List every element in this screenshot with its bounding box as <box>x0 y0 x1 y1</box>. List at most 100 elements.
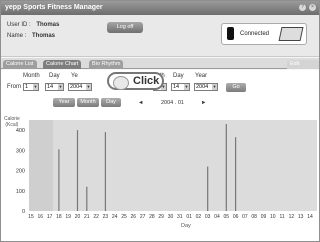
to-year-select[interactable]: 2004 ▼ <box>194 83 218 91</box>
next-period-icon[interactable]: ► <box>201 100 206 106</box>
tab-bar: Calorie List Calorie Chart Bio Rhythm Ed… <box>1 58 319 76</box>
callout-text: Click <box>133 75 160 87</box>
y-tick-label: 400 <box>16 128 25 134</box>
tab-calorie-list[interactable]: Calorie List <box>3 60 37 69</box>
close-icon[interactable]: × <box>309 4 316 11</box>
help-icon[interactable]: ? <box>299 4 306 11</box>
x-tick-label: 01 <box>186 214 192 220</box>
from-day-select[interactable]: 14 ▼ <box>45 83 64 91</box>
x-tick-label: 20 <box>75 214 81 220</box>
from-month-header: Month <box>23 73 40 79</box>
x-tick-label: 19 <box>65 214 71 220</box>
y-tick-label: 0 <box>22 209 25 215</box>
calorie-bar <box>235 137 237 211</box>
to-day-header: Day <box>173 73 184 79</box>
month-view-button[interactable]: Month <box>77 98 99 107</box>
device-status-text: Connected <box>240 31 270 37</box>
x-tick-label: 28 <box>149 214 155 220</box>
calorie-bar <box>86 186 88 211</box>
calorie-bar <box>104 132 106 211</box>
calorie-chart: Calorie (Kcal) 0 100 200 300 400 15 16 17 18 19 20 2… <box>1 115 319 241</box>
mp3-player-icon <box>227 27 234 40</box>
laptop-icon <box>278 27 304 41</box>
to-year-value: 2004 <box>196 84 209 90</box>
from-day-value: 14 <box>47 84 54 90</box>
chart-svg: 010020030040015 16 17 18 19 20 21 22 23 24 25 26 27 2… <box>16 120 317 220</box>
calorie-bar <box>225 124 227 211</box>
user-panel: User ID : Thomas Name : Thomas Log off C… <box>1 15 319 57</box>
from-year-value: 2004 <box>70 84 83 90</box>
y-tick-label: 300 <box>16 148 25 154</box>
user-name-row: Name : Thomas <box>7 33 55 39</box>
plot-band <box>29 120 53 211</box>
x-tick-label: 02 <box>196 214 202 220</box>
y-axis-label: Calorie (Kcal) <box>4 116 20 128</box>
chevron-down-icon: ▼ <box>184 84 189 90</box>
user-id-row: User ID : Thomas <box>7 22 59 28</box>
from-day-header: Day <box>49 73 60 79</box>
from-month-value: 1 <box>25 84 29 90</box>
x-tick-label: 26 <box>131 214 137 220</box>
x-tick-label: 30 <box>168 214 174 220</box>
user-id-value: Thomas <box>36 22 60 28</box>
x-tick-label: 07 <box>242 214 248 220</box>
click-callout: Click <box>107 72 164 90</box>
prev-period-icon[interactable]: ◄ <box>138 100 143 106</box>
x-tick-label: 15 <box>28 214 34 220</box>
x-tick-label: 22 <box>93 214 99 220</box>
year-view-button[interactable]: Year <box>53 98 75 107</box>
chevron-down-icon: ▼ <box>212 84 217 90</box>
chevron-down-icon: ▼ <box>58 84 63 90</box>
x-tick-label: 23 <box>103 214 109 220</box>
title-bar: yepp Sports Fitness Manager ? × <box>1 1 319 15</box>
x-tick-label: 05 <box>224 214 230 220</box>
calorie-bar <box>207 166 209 211</box>
x-tick-label: 14 <box>307 214 313 220</box>
x-tick-label: 04 <box>214 214 220 220</box>
to-year-header: Year <box>195 73 208 79</box>
y-tick-label: 200 <box>16 169 25 175</box>
x-tick-label: 08 <box>251 214 257 220</box>
from-year-header: Ye <box>71 73 78 79</box>
logoff-button[interactable]: Log off <box>107 22 143 33</box>
device-status-box: Connected <box>221 23 307 45</box>
from-month-select[interactable]: 1 ▼ <box>23 83 39 91</box>
tab-calorie-chart[interactable]: Calorie Chart <box>43 60 82 69</box>
x-tick-label: 18 <box>56 214 62 220</box>
pointer-hand-icon <box>113 76 129 90</box>
x-tick-label: 24 <box>112 214 118 220</box>
calorie-bar <box>58 149 60 211</box>
chevron-down-icon: ▼ <box>86 84 91 90</box>
x-tick-label: 21 <box>84 214 90 220</box>
day-view-button[interactable]: Day <box>101 98 121 107</box>
x-tick-label: 25 <box>121 214 127 220</box>
user-id-label: User ID : <box>7 22 31 28</box>
x-tick-label: 29 <box>158 214 164 220</box>
from-year-select[interactable]: 2004 ▼ <box>68 83 92 91</box>
x-axis-label: Day <box>181 223 191 229</box>
x-tick-label: 31 <box>177 214 183 220</box>
user-name-value: Thomas <box>32 33 56 39</box>
to-day-select[interactable]: 14 ▼ <box>171 83 190 91</box>
from-label: From <box>7 84 21 90</box>
window-title: yepp Sports Fitness Manager <box>5 4 103 11</box>
x-tick-label: 12 <box>289 214 295 220</box>
user-name-label: Name : <box>7 33 27 39</box>
current-period-label: 2004 . 01 <box>161 100 184 106</box>
x-tick-label: 03 <box>205 214 211 220</box>
to-day-value: 14 <box>173 84 180 90</box>
go-button[interactable]: Go <box>226 83 246 92</box>
x-tick-label: 10 <box>270 214 276 220</box>
x-tick-label: 06 <box>233 214 239 220</box>
chevron-down-icon: ▼ <box>33 84 38 90</box>
x-tick-label: 17 <box>47 214 53 220</box>
x-tick-label: 09 <box>261 214 267 220</box>
plot-area <box>53 120 317 211</box>
tab-bio-rhythm[interactable]: Bio Rhythm <box>89 60 124 69</box>
x-tick-label: 11 <box>279 214 284 220</box>
x-tick-label: 13 <box>298 214 304 220</box>
y-tick-label: 100 <box>16 189 25 195</box>
y-axis-label-line: (Kcal) <box>5 122 19 128</box>
app-window: yepp Sports Fitness Manager ? × User ID … <box>0 0 320 242</box>
tab-edit-profile[interactable]: Edit Profile <box>287 60 319 76</box>
